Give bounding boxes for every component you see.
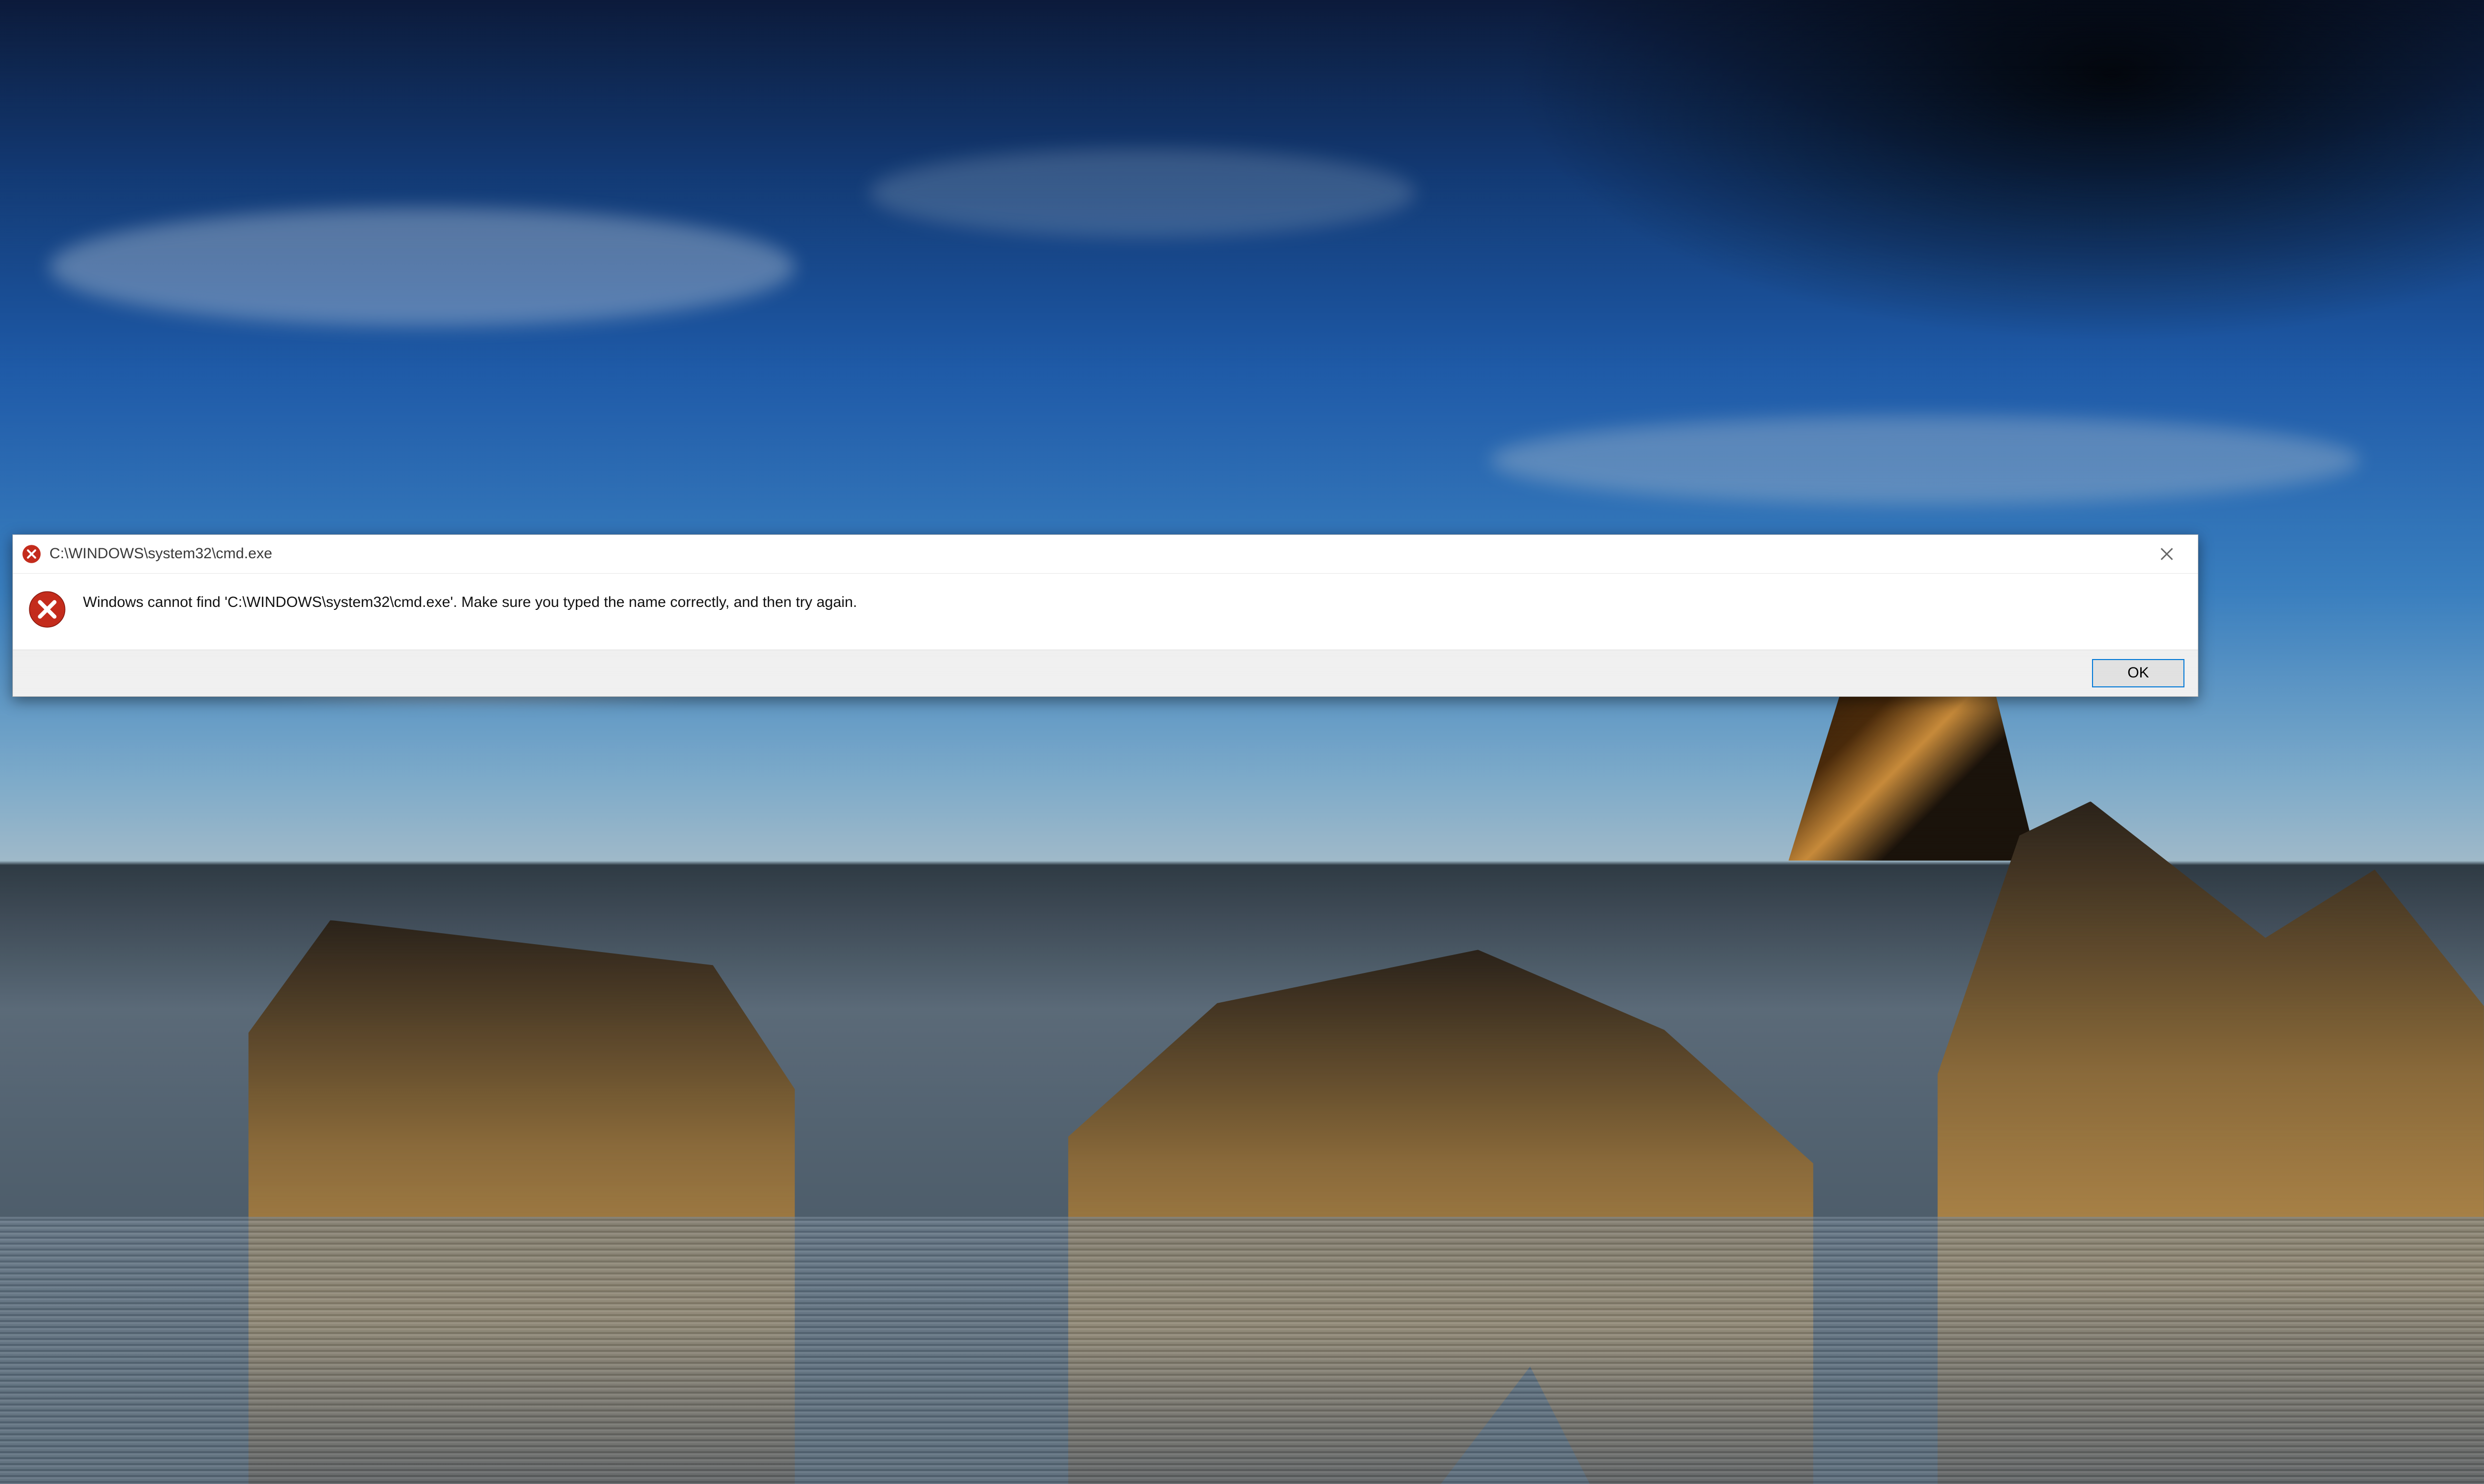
close-button[interactable]: [2144, 535, 2189, 573]
decorative-cloud: [869, 148, 1416, 237]
error-icon: [28, 590, 67, 629]
dialog-body: Windows cannot find 'C:\WINDOWS\system32…: [13, 574, 2198, 650]
dialog-button-row: OK: [13, 650, 2198, 696]
dialog-message: Windows cannot find 'C:\WINDOWS\system32…: [83, 590, 2177, 613]
close-icon: [2160, 547, 2174, 561]
decorative-sea: [0, 1217, 2484, 1484]
decorative-cloud: [1490, 416, 2360, 505]
dialog-titlebar[interactable]: C:\WINDOWS\system32\cmd.exe: [13, 535, 2198, 574]
decorative-cloud: [50, 208, 795, 326]
desktop-wallpaper: [0, 0, 2484, 1484]
dialog-title: C:\WINDOWS\system32\cmd.exe: [50, 545, 2145, 562]
error-icon: [22, 544, 41, 564]
error-dialog: C:\WINDOWS\system32\cmd.exe Windows cann…: [12, 534, 2198, 697]
ok-button[interactable]: OK: [2092, 659, 2184, 687]
